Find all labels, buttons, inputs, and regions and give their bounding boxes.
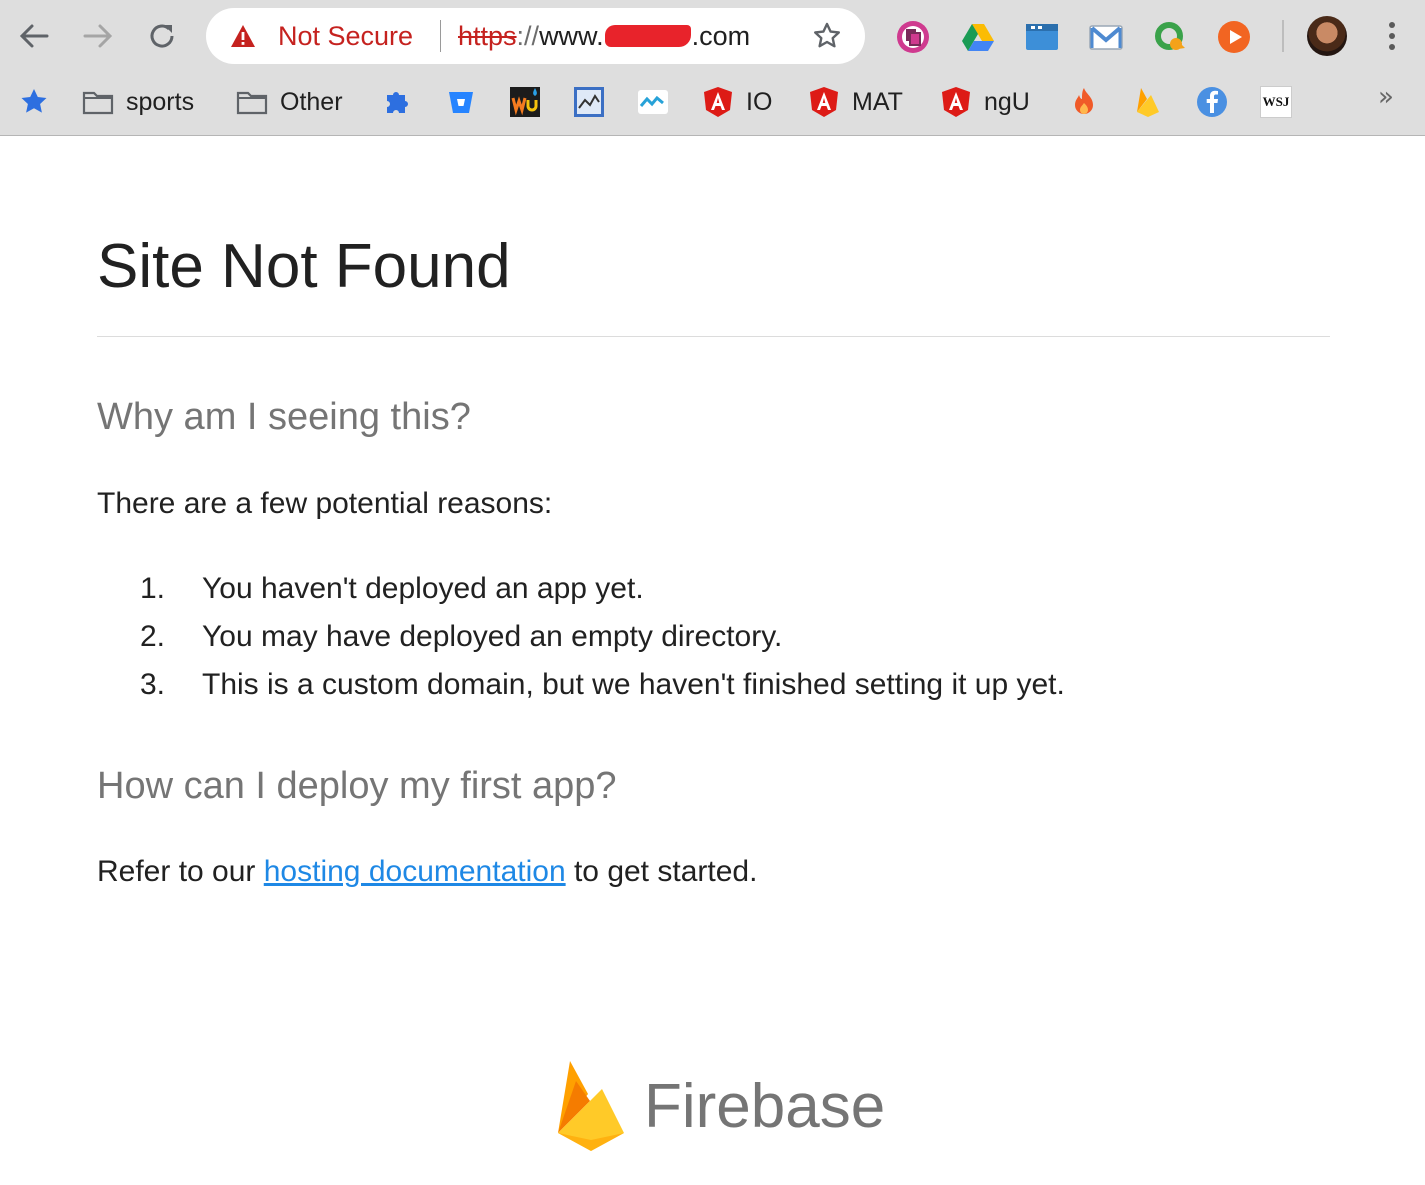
bookmark-facebook[interactable] xyxy=(1196,86,1228,118)
url-host-prefix: www. xyxy=(539,21,604,51)
refer-prefix: Refer to our xyxy=(97,855,264,888)
bookmarks-bar: sports Other IO MAT ngU WSJ xyxy=(0,72,1425,134)
google-drive-icon[interactable] xyxy=(961,20,995,54)
star-icon xyxy=(21,89,47,113)
firebase-wordmark: Firebase xyxy=(644,1072,886,1141)
bookmark-flame[interactable] xyxy=(1068,86,1100,118)
security-label[interactable]: Not Secure xyxy=(278,20,413,52)
list-number: 3. xyxy=(140,668,166,701)
bookmark-label: Other xyxy=(280,88,343,116)
page-title: Site Not Found xyxy=(97,232,511,301)
reasons-list: 1. You haven't deployed an app yet. 2. You… xyxy=(140,565,1065,709)
chart-window-icon xyxy=(574,87,604,117)
bookmark-puzzle[interactable] xyxy=(381,86,413,118)
warning-icon xyxy=(231,25,255,47)
url-separator: :// xyxy=(516,21,540,51)
url-host-suffix: .com xyxy=(691,21,751,51)
folder-icon xyxy=(236,91,268,115)
url-scheme: https xyxy=(458,21,517,51)
redacted-mark xyxy=(604,25,691,47)
folder-icon xyxy=(82,91,114,115)
bookmark-star-icon[interactable] xyxy=(812,21,842,51)
list-number: 2. xyxy=(140,620,166,653)
extension-clipboard-icon[interactable] xyxy=(896,20,930,54)
why-heading: Why am I seeing this? xyxy=(97,396,471,438)
address-bar[interactable]: Not Secure https://www. .com xyxy=(206,8,865,64)
bookmark-angular-io[interactable]: IO xyxy=(702,86,772,118)
reload-button[interactable] xyxy=(143,17,181,55)
flame-icon xyxy=(1075,88,1093,114)
bookmark-label: ngU xyxy=(984,88,1030,116)
arrow-right-icon xyxy=(83,24,113,48)
page-content: Site Not Found Why am I seeing this? The… xyxy=(0,137,1425,1185)
reload-icon xyxy=(150,24,174,48)
forward-button[interactable] xyxy=(79,17,117,55)
bookmark-angular-mat[interactable]: MAT xyxy=(808,86,903,118)
bookmark-wsj[interactable]: WSJ xyxy=(1260,86,1292,118)
arrow-left-icon xyxy=(19,24,49,48)
title-divider xyxy=(97,336,1330,337)
bookmarks-overflow-chevron[interactable]: » xyxy=(1378,82,1394,112)
browser-menu-button[interactable] xyxy=(1380,18,1404,54)
url-text[interactable]: https://www. .com xyxy=(458,20,750,52)
gmail-icon[interactable] xyxy=(1089,20,1123,54)
firebase-flame-icon xyxy=(558,1061,624,1151)
bookmark-wave[interactable] xyxy=(637,86,669,118)
angular-icon xyxy=(704,87,732,117)
list-item: 1. You haven't deployed an app yet. xyxy=(140,565,1065,613)
deploy-heading: How can I deploy my first app? xyxy=(97,765,617,807)
browser-chrome: Not Secure https://www. .com sports Other xyxy=(0,0,1425,136)
hosting-docs-link[interactable]: hosting documentation xyxy=(264,855,566,888)
list-text: You haven't deployed an app yet. xyxy=(202,572,644,605)
bitbucket-icon xyxy=(449,92,473,113)
menu-dot-icon xyxy=(1389,44,1395,50)
bookmark-bitbucket[interactable] xyxy=(445,86,477,118)
bookmark-angular-ngu[interactable]: ngU xyxy=(940,86,1030,118)
menu-dot-icon xyxy=(1389,33,1395,39)
wsj-icon: WSJ xyxy=(1260,86,1292,118)
reasons-intro: There are a few potential reasons: xyxy=(97,487,553,520)
menu-dot-icon xyxy=(1389,22,1395,28)
toolbar-divider xyxy=(1282,20,1284,52)
calendar-window-icon[interactable] xyxy=(1025,20,1059,54)
firebase-icon xyxy=(1137,88,1159,117)
address-divider xyxy=(440,20,441,52)
list-text: You may have deployed an empty directory… xyxy=(202,620,783,653)
bookmark-star[interactable] xyxy=(18,86,50,118)
bookmark-folder-sports[interactable]: sports xyxy=(82,86,194,118)
facebook-icon xyxy=(1197,87,1227,117)
refer-suffix: to get started. xyxy=(565,855,758,888)
firebase-logo: Firebase xyxy=(556,1059,885,1155)
puzzle-piece-icon xyxy=(387,92,408,113)
list-text: This is a custom domain, but we haven't … xyxy=(202,668,1065,701)
list-number: 1. xyxy=(140,572,166,605)
bookmark-firebase[interactable] xyxy=(1132,86,1164,118)
angular-icon xyxy=(810,87,838,117)
weather-underground-icon xyxy=(510,87,540,117)
extension-q-icon[interactable] xyxy=(1153,20,1187,54)
bookmark-wu[interactable] xyxy=(509,86,541,118)
refer-paragraph: Refer to our hosting documentation to ge… xyxy=(97,853,757,891)
bookmark-folder-other[interactable]: Other xyxy=(236,86,343,118)
wave-chart-icon xyxy=(638,90,668,114)
browser-toolbar: Not Secure https://www. .com xyxy=(0,0,1425,72)
list-item: 2. You may have deployed an empty directo… xyxy=(140,613,1065,661)
play-button-icon[interactable] xyxy=(1217,20,1251,54)
bookmark-label: IO xyxy=(746,88,773,116)
angular-icon xyxy=(942,87,970,117)
back-button[interactable] xyxy=(15,17,53,55)
list-item: 3. This is a custom domain, but we haven'… xyxy=(140,661,1065,709)
bookmark-label: MAT xyxy=(852,88,903,116)
profile-avatar[interactable] xyxy=(1307,16,1347,56)
bookmark-label: sports xyxy=(126,88,195,116)
bookmark-chart[interactable] xyxy=(573,86,605,118)
